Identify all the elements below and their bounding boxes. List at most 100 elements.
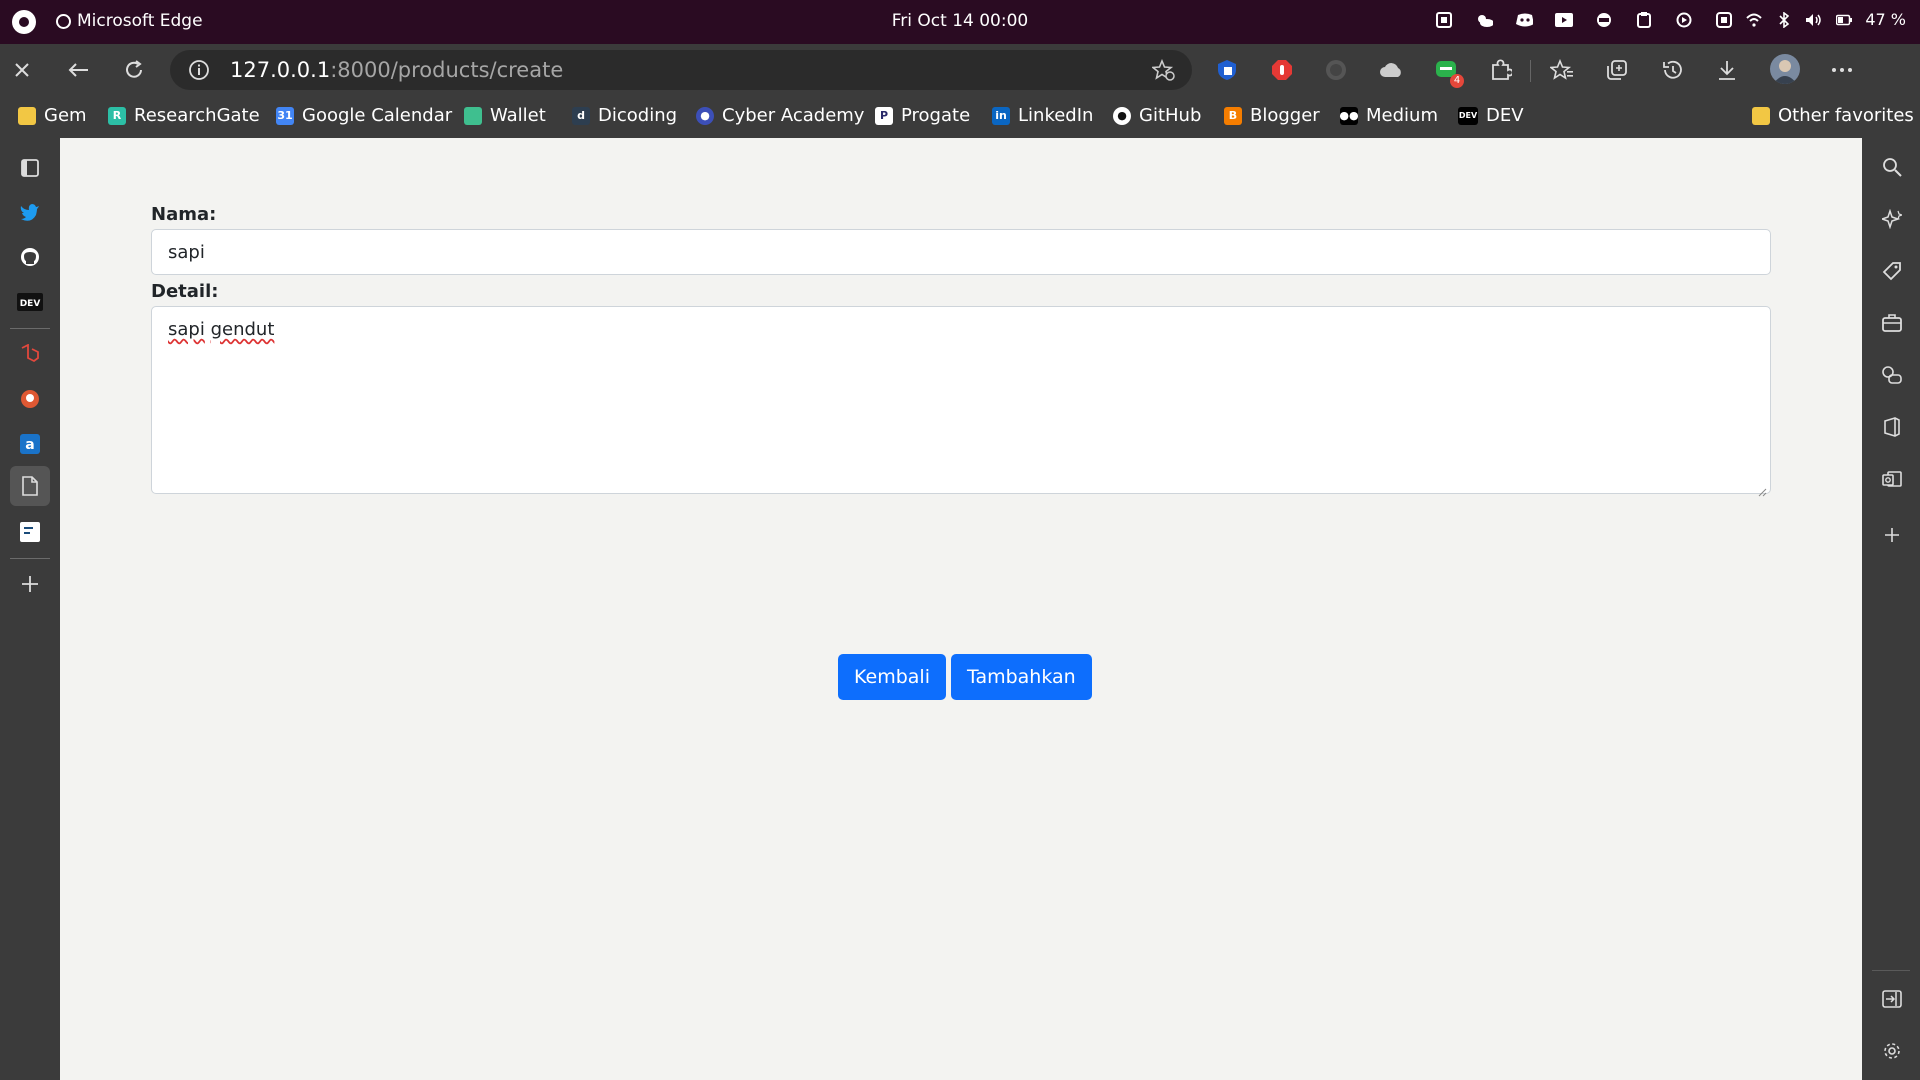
folder-icon bbox=[1752, 106, 1770, 125]
linkedin-icon: in bbox=[992, 106, 1010, 125]
bluetooth-icon[interactable] bbox=[1775, 11, 1793, 29]
profile-avatar[interactable] bbox=[1770, 54, 1800, 84]
more-options-icon[interactable] bbox=[1828, 56, 1856, 84]
vpn-icon[interactable] bbox=[1595, 11, 1613, 29]
google-calendar-icon: 31 bbox=[276, 106, 294, 125]
extensions-puzzle-icon[interactable] bbox=[1487, 56, 1515, 84]
sidebar-divider bbox=[1872, 970, 1910, 971]
discover-sparkle-icon[interactable] bbox=[1879, 206, 1905, 232]
battery-icon[interactable] bbox=[1835, 11, 1853, 29]
bookmark-researchgate[interactable]: R ResearchGate bbox=[108, 105, 260, 126]
password-manager-extension-icon[interactable] bbox=[1213, 56, 1241, 84]
collections-icon[interactable] bbox=[1603, 56, 1631, 84]
site-info-icon[interactable] bbox=[188, 59, 210, 86]
bookmark-dev[interactable]: DEV DEV bbox=[1458, 105, 1524, 126]
dark-extension-icon[interactable] bbox=[1322, 56, 1350, 84]
bookmark-progate[interactable]: P Progate bbox=[875, 105, 970, 126]
tab-actions-icon[interactable] bbox=[14, 152, 46, 184]
address-bar[interactable]: 127.0.0.1:8000/products/create bbox=[170, 50, 1192, 90]
create-product-form: Nama: sapi Detail: sapi gendut bbox=[151, 204, 1771, 497]
app-menu[interactable]: Microsoft Edge bbox=[56, 11, 203, 31]
document-tab-icon[interactable] bbox=[10, 466, 50, 506]
tambahkan-button[interactable]: Tambahkan bbox=[950, 654, 1092, 700]
add-sidebar-app-icon[interactable] bbox=[1879, 522, 1905, 548]
favorites-icon[interactable] bbox=[1548, 56, 1576, 84]
right-sidebar bbox=[1862, 138, 1920, 1080]
cloud-extension-icon[interactable] bbox=[1377, 56, 1405, 84]
timer-icon[interactable] bbox=[1675, 11, 1693, 29]
add-favorite-icon[interactable] bbox=[1150, 58, 1176, 86]
detail-label: Detail: bbox=[151, 281, 219, 302]
twitter-icon[interactable] bbox=[14, 196, 46, 228]
detail-textarea[interactable]: sapi gendut bbox=[151, 306, 1771, 497]
office-icon[interactable] bbox=[1879, 414, 1905, 440]
app-name: Microsoft Edge bbox=[77, 11, 203, 31]
close-icon[interactable] bbox=[6, 54, 38, 86]
kembali-button[interactable]: Kembali bbox=[838, 654, 946, 700]
bookmark-cyber-academy[interactable]: ● Cyber Academy bbox=[696, 105, 864, 126]
svg-text:a: a bbox=[25, 437, 34, 453]
wifi-icon[interactable] bbox=[1745, 11, 1763, 29]
duckduckgo-icon[interactable] bbox=[14, 383, 46, 415]
favorites-bar: Gem R ResearchGate 31 Google Calendar Wall… bbox=[0, 96, 1920, 138]
detail-text-word: gendut bbox=[210, 319, 275, 340]
wallet-icon bbox=[464, 106, 482, 125]
progate-icon: P bbox=[875, 106, 893, 125]
folder-icon bbox=[18, 106, 36, 125]
detail-text-word: sapi bbox=[168, 319, 205, 340]
dev-icon[interactable]: DEV bbox=[14, 286, 46, 318]
toolbar-divider bbox=[1530, 60, 1531, 82]
dev-icon: DEV bbox=[1458, 106, 1478, 125]
bookmark-wallet[interactable]: Wallet bbox=[464, 105, 546, 126]
bookmark-linkedin[interactable]: in LinkedIn bbox=[992, 105, 1093, 126]
edge-icon bbox=[56, 13, 71, 29]
refresh-icon[interactable] bbox=[118, 54, 150, 86]
settings-gear-icon[interactable] bbox=[1879, 1038, 1905, 1064]
resize-handle-icon[interactable] bbox=[1758, 481, 1767, 497]
github-icon[interactable] bbox=[14, 241, 46, 273]
outlook-icon[interactable] bbox=[1879, 466, 1905, 492]
note-app-icon[interactable] bbox=[14, 516, 46, 548]
tools-briefcase-icon[interactable] bbox=[1879, 310, 1905, 336]
adblock-extension-icon[interactable] bbox=[1268, 56, 1296, 84]
other-favorites[interactable]: Other favorites bbox=[1752, 105, 1914, 126]
amazon-icon[interactable]: a bbox=[14, 428, 46, 460]
medium-icon: ●● bbox=[1339, 106, 1359, 125]
back-arrow-icon[interactable] bbox=[62, 54, 94, 86]
nama-input[interactable]: sapi bbox=[151, 229, 1771, 275]
url-text[interactable]: 127.0.0.1:8000/products/create bbox=[230, 58, 563, 82]
games-icon[interactable] bbox=[1879, 362, 1905, 388]
bookmark-google-calendar[interactable]: 31 Google Calendar bbox=[276, 105, 452, 126]
display-icon[interactable] bbox=[1715, 11, 1733, 29]
bookmark-github[interactable]: ● GitHub bbox=[1113, 105, 1201, 126]
chat-extension-icon[interactable]: 4 bbox=[1432, 56, 1464, 88]
clipboard-icon[interactable] bbox=[1635, 11, 1653, 29]
search-icon[interactable] bbox=[1879, 154, 1905, 180]
svg-text:DEV: DEV bbox=[20, 299, 41, 309]
weather-icon[interactable] bbox=[1475, 11, 1494, 29]
github-icon: ● bbox=[1113, 106, 1131, 125]
volume-icon[interactable] bbox=[1805, 11, 1823, 29]
bookmark-medium[interactable]: ●● Medium bbox=[1339, 105, 1438, 126]
researchgate-icon: R bbox=[108, 106, 126, 125]
left-vertical-tabs: DEV a bbox=[0, 138, 60, 1080]
downloads-icon[interactable] bbox=[1713, 56, 1741, 84]
dicoding-icon: d bbox=[572, 106, 590, 125]
shopping-tag-icon[interactable] bbox=[1879, 258, 1905, 284]
laravel-icon[interactable] bbox=[14, 338, 46, 370]
discord-icon[interactable] bbox=[1515, 11, 1534, 29]
page-content: Nama: sapi Detail: sapi gendut Kembali T… bbox=[60, 138, 1862, 1080]
media-icon[interactable] bbox=[1555, 11, 1574, 29]
blogger-icon: B bbox=[1224, 106, 1242, 125]
system-top-bar: Microsoft Edge Fri Oct 14 00:00 47 % bbox=[0, 0, 1920, 44]
history-icon[interactable] bbox=[1658, 56, 1686, 84]
bookmark-gem[interactable]: Gem bbox=[18, 105, 87, 126]
new-tab-plus-icon[interactable] bbox=[14, 568, 46, 600]
bookmark-blogger[interactable]: B Blogger bbox=[1224, 105, 1320, 126]
bookmark-dicoding[interactable]: d Dicoding bbox=[572, 105, 677, 126]
form-actions: Kembali Tambahkan bbox=[838, 654, 1092, 700]
activities-icon[interactable] bbox=[12, 10, 36, 34]
screenshot-icon[interactable] bbox=[1435, 11, 1453, 29]
hide-sidebar-icon[interactable] bbox=[1879, 986, 1905, 1012]
clock[interactable]: Fri Oct 14 00:00 bbox=[892, 11, 1028, 31]
